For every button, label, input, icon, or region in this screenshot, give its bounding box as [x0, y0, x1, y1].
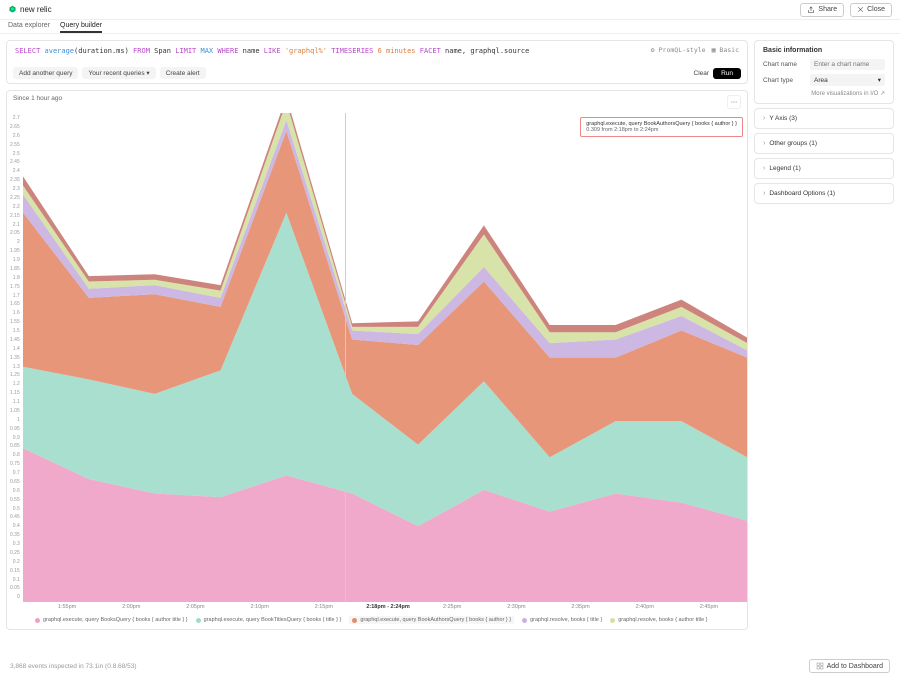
legend-accordion[interactable]: ›Legend (1): [754, 158, 894, 179]
newrelic-icon: [8, 5, 17, 14]
more-viz-link[interactable]: More visualizations in I/O ↗: [763, 90, 885, 97]
q-str: 'graphql%': [285, 47, 327, 55]
q-entity: Span: [154, 47, 171, 55]
add-query-button[interactable]: Add another query: [13, 67, 78, 79]
legend-item[interactable]: graphql.resolve, books { title }: [522, 616, 602, 624]
chart-since: Since 1 hour ago: [13, 95, 62, 109]
run-button[interactable]: Run: [713, 68, 741, 79]
q-args: (duration.ms): [74, 47, 129, 55]
chevron-down-icon: ▾: [878, 76, 881, 84]
clear-button[interactable]: Clear: [694, 70, 710, 77]
chart-plot[interactable]: graphql.execute, query BookAuthorsQuery …: [23, 113, 747, 602]
crosshair-line: [345, 113, 346, 602]
chart-type-select[interactable]: Area▾: [810, 74, 885, 86]
chart-card: Since 1 hour ago ⋯ 2.72.652.62.552.52.45…: [6, 90, 748, 630]
q-limit: LIMIT: [175, 47, 196, 55]
dashboard-options-accordion[interactable]: ›Dashboard Options (1): [754, 183, 894, 204]
create-alert-button[interactable]: Create alert: [160, 67, 206, 79]
share-label: Share: [818, 6, 837, 13]
chart-legend: graphql.execute, query BooksQuery { book…: [7, 612, 747, 630]
q-from: FROM: [133, 47, 150, 55]
events-inspected: 3,868 events inspected in 73.1in (0.8.68…: [10, 663, 136, 670]
add-dash-label: Add to Dashboard: [827, 663, 883, 670]
q-where: WHERE: [217, 47, 238, 55]
q-like: LIKE: [264, 47, 281, 55]
x-axis-labels: 1:55pm2:00pm2:05pm2:10pm2:15pm2:18pm - 2…: [7, 602, 747, 612]
q-cond: name: [243, 47, 260, 55]
brand-text: new relic: [20, 5, 52, 14]
basic-info-title: Basic information: [763, 47, 885, 54]
legend-item[interactable]: graphql.resolve, books { author title }: [610, 616, 707, 624]
close-button[interactable]: Close: [850, 3, 892, 17]
chart-name-label: Chart name: [763, 61, 797, 68]
share-button[interactable]: Share: [800, 3, 844, 17]
logo: new relic: [8, 5, 52, 14]
tab-data-explorer[interactable]: Data explorer: [8, 20, 50, 33]
q-facet: FACET: [420, 47, 441, 55]
other-groups-accordion[interactable]: ›Other groups (1): [754, 133, 894, 154]
area-chart-svg: [23, 113, 747, 602]
chart-type-label: Chart type: [763, 77, 793, 84]
legend-item[interactable]: graphql.execute, query BooksQuery { book…: [35, 616, 188, 624]
recent-queries-button[interactable]: Your recent queries ▾: [82, 67, 155, 79]
q-select: SELECT: [15, 47, 40, 55]
q-max: MAX: [201, 47, 214, 55]
dashboard-icon: [816, 662, 824, 670]
add-to-dashboard-button[interactable]: Add to Dashboard: [809, 659, 890, 673]
q-func: average: [45, 47, 75, 55]
query-editor[interactable]: ⚙ PromQL-style ▦ Basic SELECT average(du…: [6, 40, 748, 84]
share-icon: [807, 6, 815, 14]
legend-item[interactable]: graphql.execute, query BookTitlesQuery {…: [196, 616, 342, 624]
chart-menu-button[interactable]: ⋯: [727, 95, 741, 109]
q-fields: name, graphql.source: [445, 47, 529, 55]
promql-toggle[interactable]: ⚙ PromQL-style: [651, 46, 706, 54]
y-axis-labels: 2.72.652.62.552.52.452.42.352.32.252.22.…: [7, 113, 23, 602]
yaxis-accordion[interactable]: ›Y Axis (3): [754, 108, 894, 129]
chart-tooltip: graphql.execute, query BookAuthorsQuery …: [580, 117, 743, 137]
legend-item[interactable]: graphql.execute, query BookAuthorsQuery …: [349, 616, 514, 624]
chart-name-input[interactable]: [810, 59, 885, 70]
q-ts: TIMESERIES: [331, 47, 373, 55]
basic-toggle[interactable]: ▦ Basic: [712, 46, 739, 54]
close-icon: [857, 6, 864, 13]
tab-query-builder[interactable]: Query builder: [60, 20, 102, 33]
basic-info-panel: Basic information Chart name Chart type …: [754, 40, 894, 104]
q-num: 6 minutes: [378, 47, 416, 55]
close-label: Close: [867, 6, 885, 13]
